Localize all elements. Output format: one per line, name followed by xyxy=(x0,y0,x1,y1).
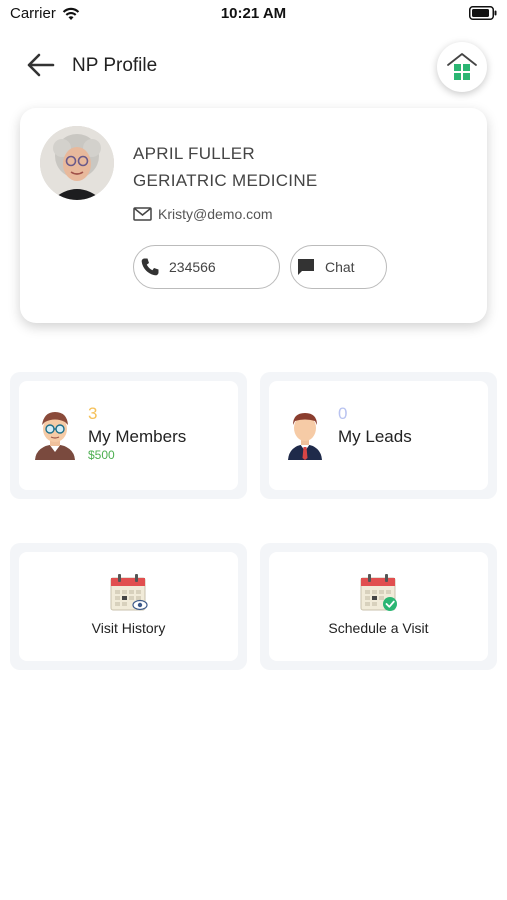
avatar xyxy=(40,126,114,200)
np-profile-screen: Carrier 10:21 AM NP Profile APRIL FULLER… xyxy=(0,0,507,900)
calendar-check-icon xyxy=(360,574,397,611)
profile-card: APRIL FULLER GERIATRIC MEDICINE Kristy@d… xyxy=(20,108,487,323)
page-title: NP Profile xyxy=(72,55,158,76)
battery-icon xyxy=(469,6,497,20)
email-text: Kristy@demo.com xyxy=(158,206,273,222)
members-tile-wrap: 3 My Members $500 xyxy=(10,372,247,499)
my-leads-tile[interactable]: 0 My Leads xyxy=(269,381,488,490)
members-amount: $500 xyxy=(88,448,115,462)
profile-specialty: GERIATRIC MEDICINE xyxy=(133,171,318,190)
chat-button[interactable]: Chat xyxy=(290,245,387,289)
email-row[interactable]: Kristy@demo.com xyxy=(133,206,273,222)
calendar-eye-icon xyxy=(110,574,148,611)
schedule-visit-tile-wrap: Schedule a Visit xyxy=(260,543,497,670)
status-bar: Carrier 10:21 AM xyxy=(0,0,507,28)
app-header: NP Profile xyxy=(0,38,507,94)
phone-button[interactable]: 234566 xyxy=(133,245,280,289)
chat-icon xyxy=(298,259,314,275)
members-label: My Members xyxy=(88,427,187,446)
schedule-visit-tile[interactable]: Schedule a Visit xyxy=(269,552,488,661)
visit-history-tile[interactable]: Visit History xyxy=(19,552,238,661)
visit-history-label: Visit History xyxy=(91,620,166,636)
members-count: 3 xyxy=(88,404,98,423)
member-avatar-icon xyxy=(35,412,75,460)
leads-count: 0 xyxy=(338,404,348,423)
visit-history-tile-wrap: Visit History xyxy=(10,543,247,670)
status-time: 10:21 AM xyxy=(220,5,287,22)
profile-photo xyxy=(40,126,114,200)
phone-number: 234566 xyxy=(169,259,216,275)
arrow-left-icon xyxy=(27,53,55,77)
leads-label: My Leads xyxy=(338,427,412,446)
profile-name: APRIL FULLER xyxy=(133,144,256,163)
back-button[interactable] xyxy=(24,48,58,82)
leads-tile-wrap: 0 My Leads xyxy=(260,372,497,499)
lead-avatar-icon xyxy=(288,413,322,460)
schedule-visit-label: Schedule a Visit xyxy=(328,620,429,636)
home-button[interactable] xyxy=(437,42,487,92)
home-icon xyxy=(447,53,477,80)
my-members-tile[interactable]: 3 My Members $500 xyxy=(19,381,238,490)
phone-icon xyxy=(141,258,159,276)
mail-icon xyxy=(133,207,152,221)
chat-label: Chat xyxy=(325,259,355,275)
